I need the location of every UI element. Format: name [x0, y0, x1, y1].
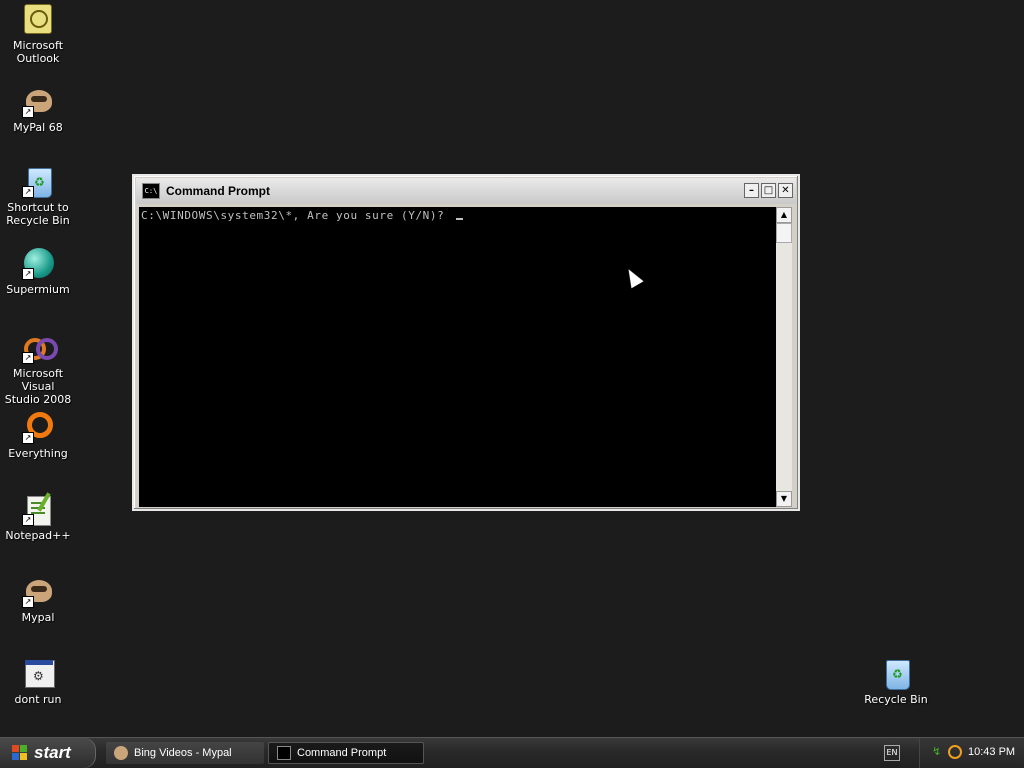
shortcut-arrow-icon: ↗ [22, 106, 34, 118]
shortcut-arrow-icon: ↗ [22, 186, 34, 198]
start-button[interactable]: start [0, 738, 96, 768]
everything-icon: ↗ [22, 412, 54, 444]
recycle-bin-icon: ♻ [880, 658, 912, 690]
console-output: C:\WINDOWS\system32\*, Are you sure (Y/N… [141, 209, 463, 222]
shortcut-arrow-icon: ↗ [22, 514, 34, 526]
desktop-icon-label: Shortcut to Recycle Bin [6, 201, 70, 227]
desktop-icon-label: Microsoft Outlook [12, 39, 64, 65]
desktop-icon-visual-studio-2008[interactable]: ↗ Microsoft Visual Studio 2008 [0, 332, 76, 406]
desktop-icon-supermium[interactable]: ↗ Supermium [0, 248, 76, 296]
desktop-icon-label: dont run [14, 693, 62, 706]
taskbar-item-bing-videos[interactable]: Bing Videos - Mypal [106, 742, 264, 764]
desktop-icon-mypal[interactable]: ↗ Mypal [0, 576, 76, 624]
mypal-icon [114, 746, 128, 760]
visual-studio-icon: ↗ [22, 332, 58, 364]
supermium-icon: ↗ [22, 248, 54, 280]
desktop-icon-label: Notepad++ [5, 529, 71, 542]
shortcut-arrow-icon: ↗ [22, 268, 34, 280]
notepadpp-icon: ↗ [22, 492, 54, 526]
start-label: start [34, 743, 71, 762]
outlook-icon [22, 4, 54, 36]
desktop-icon-label: Recycle Bin [864, 693, 928, 706]
windows-flag-icon [12, 745, 28, 761]
system-tray: ↯ 10:43 PM [919, 738, 1024, 768]
window-controls: – □ ✕ [744, 183, 793, 198]
desktop-icon-label: Microsoft Visual Studio 2008 [4, 367, 72, 406]
desktop-icon-mypal-68[interactable]: ↗ MyPal 68 [0, 86, 76, 134]
desktop-icon-dont-run[interactable]: ⚙ dont run [0, 658, 76, 706]
desktop-icon-everything[interactable]: ↗ Everything [0, 412, 76, 460]
close-button[interactable]: ✕ [778, 183, 793, 198]
network-icon[interactable]: ↯ [932, 746, 944, 758]
scroll-thumb[interactable] [776, 223, 792, 243]
clock[interactable]: 10:43 PM [968, 746, 1015, 758]
text-cursor [455, 218, 463, 220]
vertical-scrollbar[interactable]: ▲ ▼ [776, 207, 792, 507]
search-icon[interactable] [948, 745, 962, 759]
desktop-icon-notepadpp[interactable]: ↗ Notepad++ [0, 492, 76, 542]
cmd-icon: C:\ [142, 183, 160, 199]
scroll-up-button[interactable]: ▲ [776, 207, 792, 223]
shortcut-arrow-icon: ↗ [22, 352, 34, 364]
console-line: C:\WINDOWS\system32\*, Are you sure (Y/N… [141, 209, 452, 222]
console-area[interactable]: C:\WINDOWS\system32\*, Are you sure (Y/N… [139, 207, 780, 507]
shortcut-arrow-icon: ↗ [22, 596, 34, 608]
taskbar: start Bing Videos - Mypal Command Prompt… [0, 737, 1024, 768]
minimize-button[interactable]: – [744, 183, 759, 198]
language-indicator[interactable]: EN [884, 745, 900, 761]
window-title: Command Prompt [166, 184, 271, 198]
shortcut-arrow-icon: ↗ [22, 432, 34, 444]
desktop-icon-shortcut-recycle-bin[interactable]: ♻ ↗ Shortcut to Recycle Bin [0, 166, 76, 227]
desktop-icon-label: Everything [8, 447, 68, 460]
mypal-icon: ↗ [22, 86, 54, 118]
taskbar-item-label: Command Prompt [297, 747, 387, 759]
window-titlebar[interactable]: C:\ Command Prompt – □ ✕ [136, 178, 796, 204]
desktop-icon-label: Supermium [6, 283, 70, 296]
command-prompt-window[interactable]: C:\ Command Prompt – □ ✕ C:\WINDOWS\syst… [132, 174, 800, 511]
taskbar-item-command-prompt[interactable]: Command Prompt [268, 742, 424, 764]
maximize-button[interactable]: □ [761, 183, 776, 198]
recycle-bin-icon: ♻ ↗ [22, 166, 54, 198]
desktop-icon-label: Mypal [21, 611, 55, 624]
taskbar-item-label: Bing Videos - Mypal [134, 747, 232, 759]
cmd-icon [277, 746, 291, 760]
desktop-icon-outlook[interactable]: Microsoft Outlook [0, 4, 76, 65]
scroll-down-button[interactable]: ▼ [776, 491, 792, 507]
desktop-icon-label: MyPal 68 [13, 121, 63, 134]
desktop-icon-recycle-bin[interactable]: ♻ Recycle Bin [858, 658, 934, 706]
batch-file-icon: ⚙ [22, 658, 55, 690]
mypal-icon: ↗ [22, 576, 54, 608]
